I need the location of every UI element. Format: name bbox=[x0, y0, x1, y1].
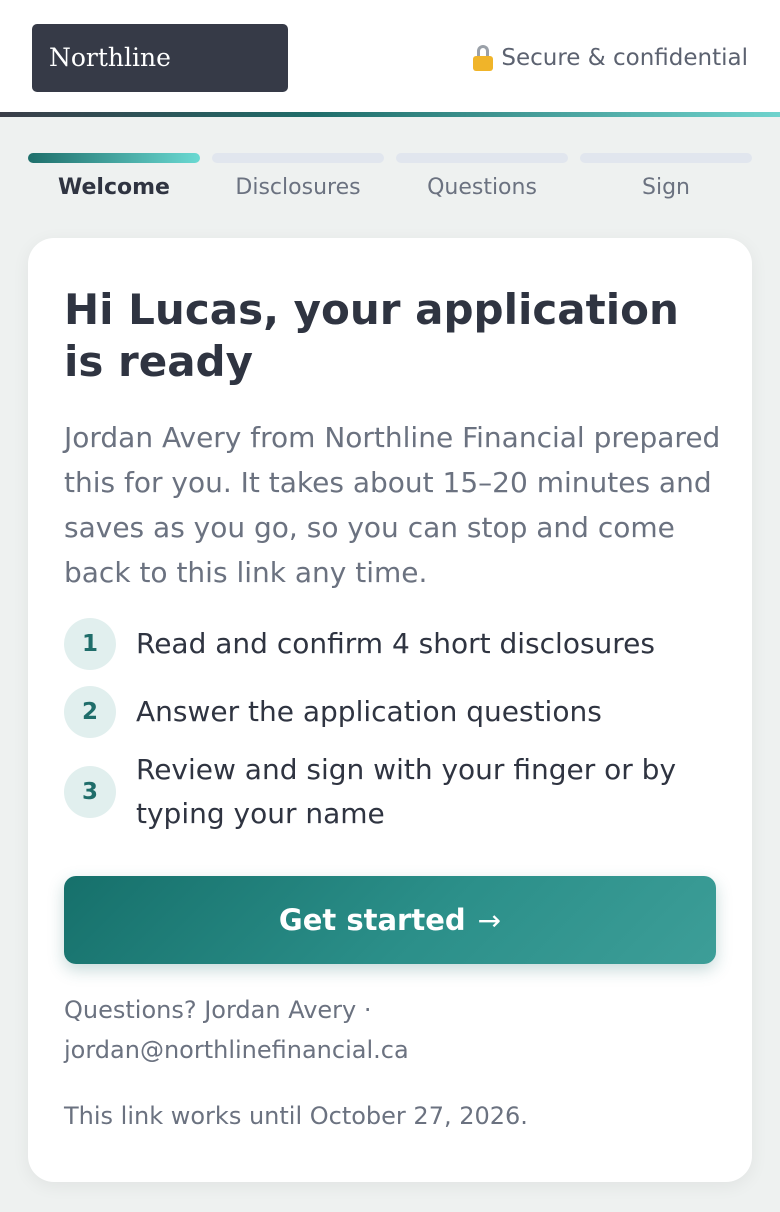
step-label: Disclosures bbox=[235, 175, 361, 200]
step-sign: Sign bbox=[580, 153, 752, 213]
welcome-card: Hi Lucas, your application is ready Jord… bbox=[28, 238, 752, 1182]
step-bar bbox=[212, 153, 384, 163]
intro-text: Jordan Avery from Northline Financial pr… bbox=[64, 421, 721, 589]
link-expiry-notice: This link works until October 27, 2026. bbox=[64, 1102, 528, 1130]
step-welcome: Welcome bbox=[28, 153, 200, 213]
header-accent-line bbox=[0, 112, 780, 117]
lock-icon bbox=[473, 45, 494, 71]
step-bar bbox=[580, 153, 752, 163]
contact-prefix: Questions? Jordan Avery · bbox=[64, 996, 372, 1024]
secure-label: Secure & confidential bbox=[501, 45, 748, 71]
step-label: Sign bbox=[642, 175, 690, 200]
brand-logo: Northline bbox=[32, 24, 288, 92]
arrow-right-icon: → bbox=[477, 903, 502, 937]
list-item: 1 Read and confirm 4 short disclosures bbox=[64, 618, 696, 670]
secure-notice: Secure & confidential bbox=[473, 40, 748, 76]
step-bar bbox=[396, 153, 568, 163]
step-questions: Questions bbox=[396, 153, 568, 213]
get-started-label: Get started bbox=[278, 903, 466, 937]
contact-info: Questions? Jordan Avery · jordan@northli… bbox=[64, 990, 724, 1070]
get-started-button[interactable]: Get started → bbox=[64, 876, 716, 964]
contact-email-link[interactable]: jordan@northlinefinancial.ca bbox=[64, 1036, 409, 1064]
progress-steps: Welcome Disclosures Questions Sign bbox=[28, 153, 752, 213]
list-item: 2 Answer the application questions bbox=[64, 686, 696, 738]
task-text: Review and sign with your finger or by t… bbox=[136, 753, 677, 830]
step-number-badge: 3 bbox=[64, 766, 116, 818]
page-title: Hi Lucas, your application is ready bbox=[64, 285, 679, 386]
app-header: Northline Secure & confidential bbox=[0, 0, 780, 113]
list-item: 3 Review and sign with your finger or by… bbox=[64, 748, 696, 836]
step-disclosures: Disclosures bbox=[212, 153, 384, 213]
step-label: Welcome bbox=[58, 175, 170, 200]
step-number-badge: 1 bbox=[64, 618, 116, 670]
step-label: Questions bbox=[427, 175, 537, 200]
step-number-badge: 2 bbox=[64, 686, 116, 738]
task-text: Answer the application questions bbox=[136, 695, 602, 728]
step-bar bbox=[28, 153, 200, 163]
task-text: Read and confirm 4 short disclosures bbox=[136, 627, 655, 660]
